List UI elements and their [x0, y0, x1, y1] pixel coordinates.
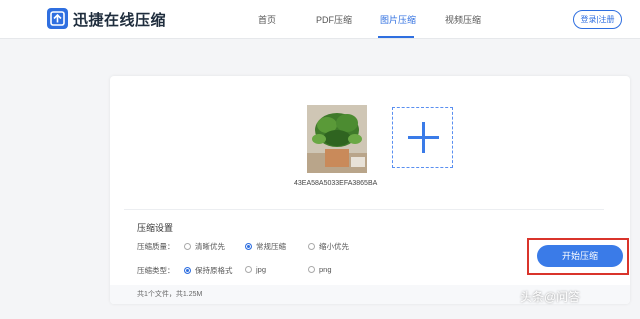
nav-home[interactable]: 首页: [258, 13, 276, 26]
nav-image-compress[interactable]: 图片压缩: [380, 13, 416, 26]
brand-name[interactable]: 迅捷在线压缩: [73, 9, 166, 30]
type-option-jpg[interactable]: jpg: [245, 265, 266, 274]
option-label: 保持原格式: [195, 266, 233, 275]
type-option-png[interactable]: png: [308, 265, 332, 274]
add-file-button[interactable]: [392, 107, 453, 168]
nav-pdf-compress[interactable]: PDF压缩: [316, 13, 352, 26]
type-label: 压缩类型：: [137, 266, 175, 275]
login-register-button[interactable]: 登录|注册: [573, 10, 622, 29]
highlight-annotation-box: [527, 238, 629, 275]
quality-label: 压缩质量：: [137, 242, 175, 251]
quality-option-normal[interactable]: 常规压缩: [245, 241, 286, 252]
nav-video-compress[interactable]: 视频压缩: [445, 13, 481, 26]
file-name: 43EA58A5033EFA3865BA: [294, 180, 378, 187]
option-label: 缩小优先: [319, 242, 349, 251]
option-label: png: [319, 265, 332, 274]
quality-option-clear[interactable]: 清晰优先: [184, 241, 225, 252]
option-label: jpg: [256, 265, 267, 274]
radio-icon[interactable]: [308, 243, 315, 250]
option-label: 清晰优先: [195, 242, 225, 251]
type-option-original[interactable]: 保持原格式: [184, 265, 233, 276]
file-summary: 共1个文件，共1.25M: [137, 291, 203, 298]
app-logo-icon[interactable]: [47, 8, 68, 29]
nav-active-underline: [378, 36, 414, 38]
quality-option-small[interactable]: 缩小优先: [308, 241, 349, 252]
plus-icon-vertical: [422, 122, 425, 153]
section-divider: [124, 209, 604, 210]
uploaded-image-thumbnail[interactable]: [307, 105, 367, 173]
radio-checked-icon[interactable]: [245, 243, 252, 250]
radio-icon[interactable]: [308, 266, 315, 273]
settings-title: 压缩设置: [137, 223, 174, 233]
radio-icon[interactable]: [245, 266, 252, 273]
watermark: 头条@问答: [520, 290, 581, 304]
radio-icon[interactable]: [184, 243, 191, 250]
option-label: 常规压缩: [256, 242, 286, 251]
top-header: 迅捷在线压缩 首页 PDF压缩 图片压缩 视频压缩 登录|注册: [0, 0, 640, 39]
radio-checked-icon[interactable]: [184, 267, 191, 274]
